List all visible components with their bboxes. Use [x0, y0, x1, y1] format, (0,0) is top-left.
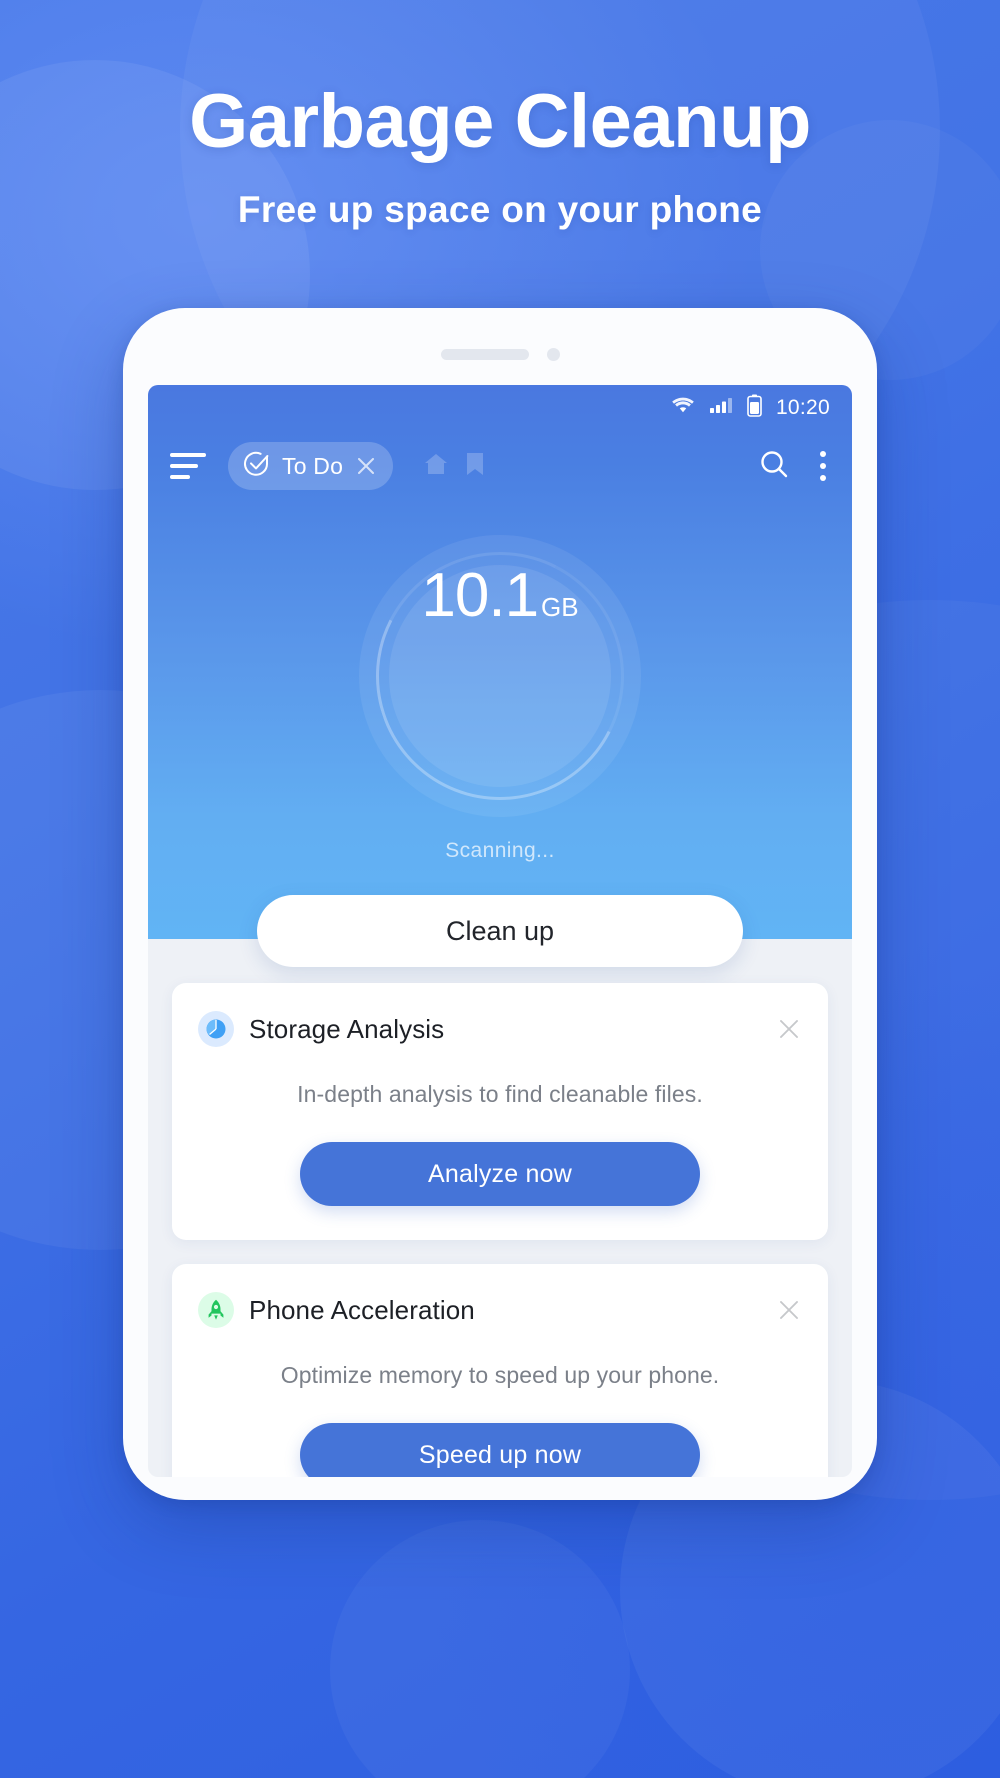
scan-status-text: Scanning... [445, 839, 555, 862]
clean-up-button[interactable]: Clean up [257, 895, 743, 967]
storage-gauge: 10.1 GB Scanning... [148, 519, 852, 863]
analyze-now-button[interactable]: Analyze now [300, 1142, 700, 1206]
decorative-blob [330, 1520, 630, 1778]
bookmark-icon[interactable] [465, 451, 485, 482]
rocket-icon [198, 1292, 234, 1328]
page-title: Garbage Cleanup [189, 79, 811, 164]
app-bar-actions [758, 447, 830, 485]
app-bar: To Do [148, 433, 852, 499]
page-subtitle: Free up space on your phone [237, 189, 763, 230]
phone-notch [123, 348, 877, 361]
signal-icon [709, 396, 733, 419]
more-vertical-icon[interactable] [816, 447, 830, 485]
phone-mockup: 10:20 To Do 10.1 GB Scanning... Clean up… [123, 308, 877, 1500]
speaker-grill-icon [440, 349, 529, 360]
check-circle-icon [242, 450, 270, 483]
gauge-outer-circle: 10.1 GB [343, 519, 657, 833]
phone-screen: 10:20 To Do 10.1 GB Scanning... Clean up… [148, 385, 852, 1477]
speed-up-now-button[interactable]: Speed up now [300, 1423, 700, 1477]
status-bar-time: 10:20 [775, 395, 830, 419]
gauge-progress-ring [343, 519, 657, 833]
home-icon[interactable] [423, 451, 449, 482]
card-storage-analysis: Storage Analysis In-depth analysis to fi… [172, 983, 828, 1240]
card-title: Storage Analysis [249, 1013, 445, 1044]
pie-chart-icon [198, 1011, 234, 1047]
battery-icon [747, 394, 762, 422]
search-icon[interactable] [758, 448, 790, 485]
filter-chip-label: To Do [282, 452, 344, 479]
close-icon[interactable] [355, 455, 377, 477]
hamburger-menu-icon[interactable] [170, 453, 206, 479]
close-icon[interactable] [776, 1016, 802, 1042]
close-icon[interactable] [776, 1297, 802, 1323]
status-bar: 10:20 [148, 385, 852, 430]
card-header: Storage Analysis [198, 1011, 802, 1047]
promo-header: Garbage Cleanup Free up space on your ph… [0, 0, 1000, 231]
suggestion-card-list: Storage Analysis In-depth analysis to fi… [148, 983, 852, 1477]
card-phone-acceleration: Phone Acceleration Optimize memory to sp… [172, 1264, 828, 1477]
card-description: Optimize memory to speed up your phone. [280, 1362, 720, 1388]
ghost-icon-group [423, 451, 485, 482]
front-camera-icon [546, 348, 560, 361]
card-description: In-depth analysis to find cleanable file… [297, 1081, 703, 1107]
card-title: Phone Acceleration [249, 1294, 475, 1325]
wifi-icon [671, 396, 695, 419]
card-header: Phone Acceleration [198, 1292, 802, 1328]
filter-chip-todo[interactable]: To Do [228, 442, 394, 490]
